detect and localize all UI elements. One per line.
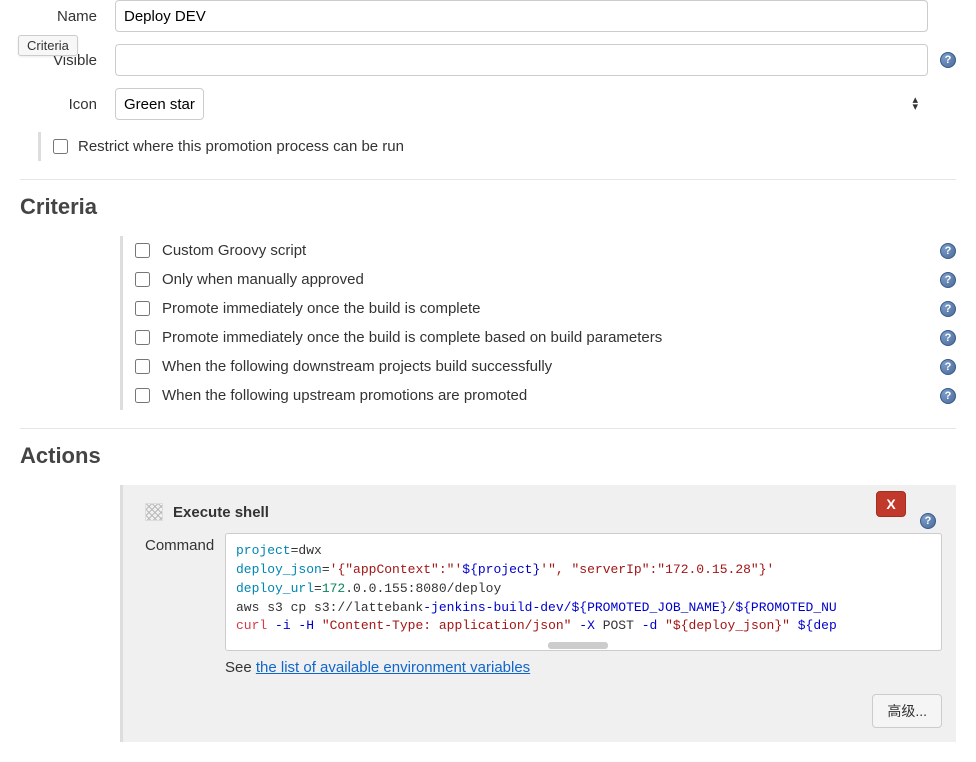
criteria-checkbox-5[interactable] bbox=[135, 388, 150, 403]
env-vars-hint: See the list of available environment va… bbox=[225, 659, 942, 676]
criteria-label: When the following downstream projects b… bbox=[162, 358, 928, 375]
help-icon[interactable]: ? bbox=[920, 513, 936, 529]
criteria-item: Promote immediately once the build is co… bbox=[135, 294, 956, 323]
criteria-item: When the following upstream promotions a… bbox=[135, 381, 956, 410]
help-icon[interactable]: ? bbox=[940, 52, 956, 68]
divider bbox=[20, 179, 956, 180]
help-icon[interactable]: ? bbox=[940, 388, 956, 404]
select-arrows-icon: ▴▾ bbox=[912, 97, 918, 111]
criteria-item: Promote immediately once the build is co… bbox=[135, 323, 956, 352]
criteria-item: When the following downstream projects b… bbox=[135, 352, 956, 381]
help-icon[interactable]: ? bbox=[940, 359, 956, 375]
advanced-button[interactable]: 高级... bbox=[872, 694, 942, 728]
criteria-tooltip: Criteria bbox=[18, 35, 78, 56]
criteria-label: Promote immediately once the build is co… bbox=[162, 329, 928, 346]
restrict-label: Restrict where this promotion process ca… bbox=[78, 138, 404, 155]
command-label: Command bbox=[145, 533, 225, 554]
criteria-checkbox-3[interactable] bbox=[135, 330, 150, 345]
help-icon[interactable]: ? bbox=[940, 243, 956, 259]
help-icon[interactable]: ? bbox=[940, 330, 956, 346]
drag-handle-icon[interactable] bbox=[145, 503, 163, 521]
criteria-label: Only when manually approved bbox=[162, 271, 928, 288]
name-input[interactable] bbox=[115, 0, 928, 32]
divider bbox=[20, 428, 956, 429]
icon-label: Icon bbox=[20, 96, 115, 113]
criteria-item: Custom Groovy script ? bbox=[135, 236, 956, 265]
criteria-checkbox-1[interactable] bbox=[135, 272, 150, 287]
criteria-heading: Criteria bbox=[20, 194, 956, 220]
criteria-item: Only when manually approved ? bbox=[135, 265, 956, 294]
criteria-label: When the following upstream promotions a… bbox=[162, 387, 928, 404]
criteria-checkbox-2[interactable] bbox=[135, 301, 150, 316]
command-editor[interactable]: project=dwx deploy_json='{"appContext":"… bbox=[225, 533, 942, 651]
env-vars-link[interactable]: the list of available environment variab… bbox=[256, 659, 530, 676]
actions-heading: Actions bbox=[20, 443, 956, 469]
restrict-row: Restrict where this promotion process ca… bbox=[38, 132, 956, 161]
name-label: Name bbox=[20, 8, 115, 25]
criteria-label: Custom Groovy script bbox=[162, 242, 928, 259]
restrict-checkbox[interactable] bbox=[53, 139, 68, 154]
criteria-checkbox-4[interactable] bbox=[135, 359, 150, 374]
visible-input[interactable] bbox=[115, 44, 928, 76]
help-icon[interactable]: ? bbox=[940, 272, 956, 288]
icon-select[interactable]: Green star bbox=[115, 88, 204, 120]
horizontal-scrollbar[interactable] bbox=[548, 642, 608, 649]
help-icon[interactable]: ? bbox=[940, 301, 956, 317]
criteria-label: Promote immediately once the build is co… bbox=[162, 300, 928, 317]
delete-action-button[interactable]: X bbox=[876, 491, 906, 517]
criteria-checkbox-0[interactable] bbox=[135, 243, 150, 258]
action-title: Execute shell bbox=[173, 504, 269, 521]
